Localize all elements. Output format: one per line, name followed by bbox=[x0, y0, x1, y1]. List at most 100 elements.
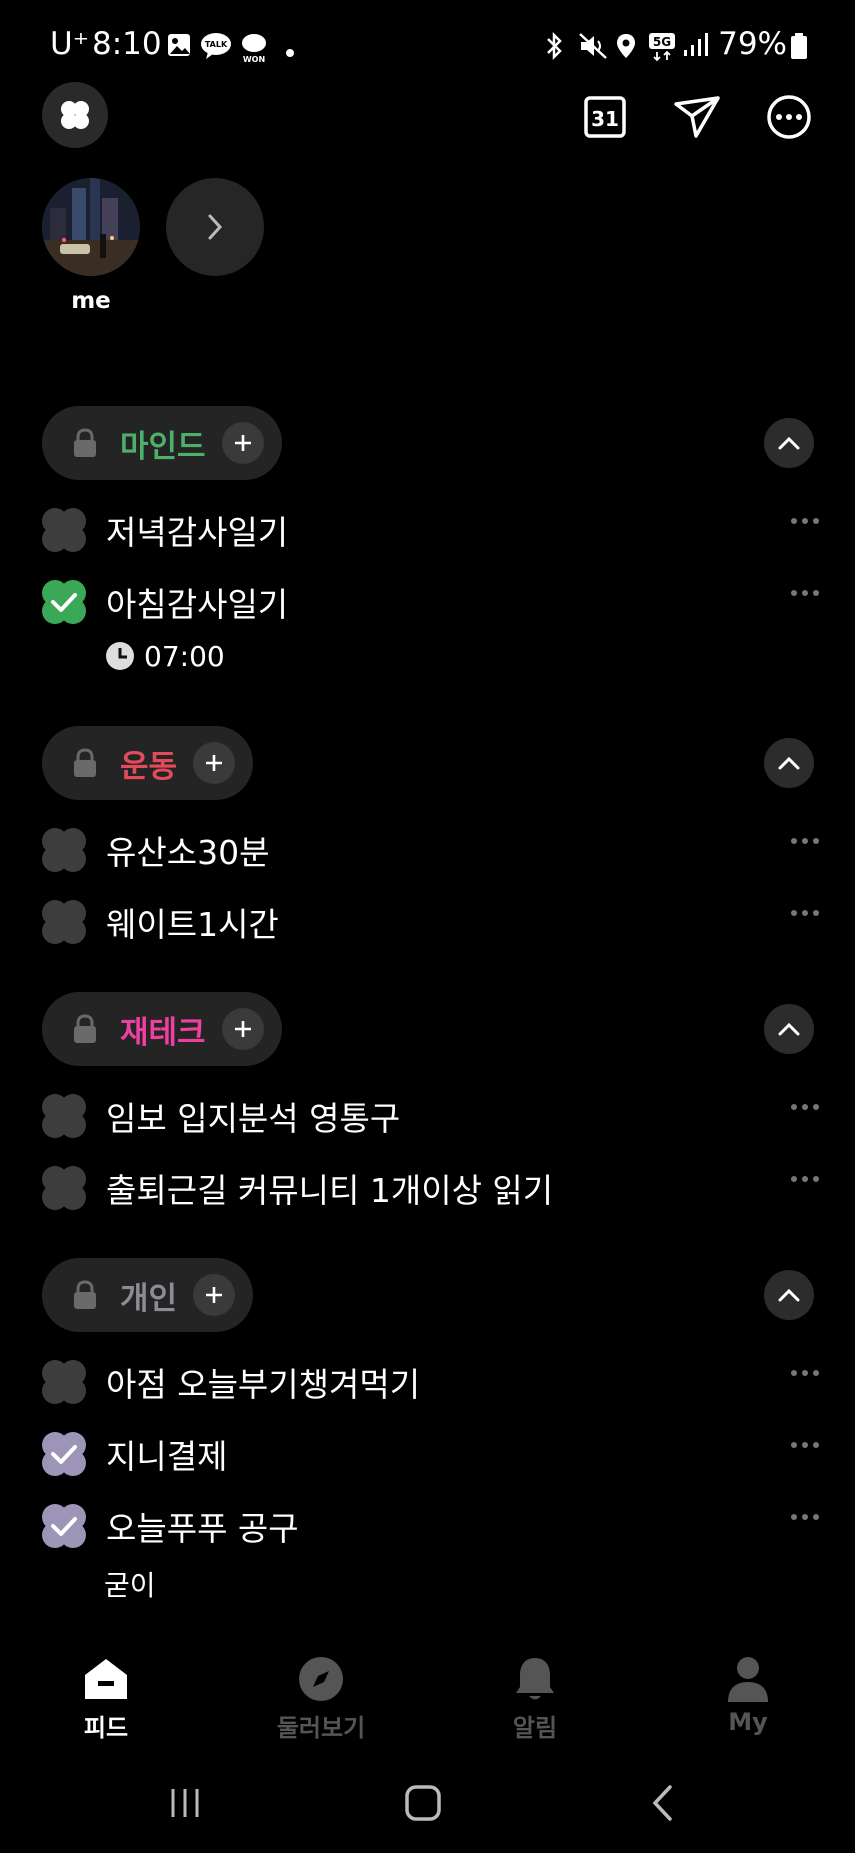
calendar-button[interactable]: 31 bbox=[580, 92, 630, 142]
bluetooth-icon bbox=[542, 31, 566, 64]
task-row[interactable]: 지니결제 bbox=[40, 1422, 820, 1482]
city-night-photo bbox=[42, 178, 140, 276]
nav-alerts[interactable]: 알림 bbox=[455, 1640, 615, 1743]
category-pill-exercise[interactable]: 운동 bbox=[42, 726, 254, 800]
task-label: 아침감사일기 bbox=[106, 585, 289, 624]
send-button[interactable] bbox=[672, 92, 722, 142]
svg-text:5G: 5G bbox=[653, 35, 671, 49]
add-task-button-personal[interactable] bbox=[193, 1274, 236, 1316]
nav-my[interactable]: My bbox=[668, 1640, 828, 1736]
nav-feed[interactable]: 피드 bbox=[26, 1640, 186, 1743]
chevron-right-icon bbox=[208, 214, 223, 240]
task-row[interactable]: 출퇴근길 커뮤니티 1개이상 읽기 bbox=[40, 1156, 820, 1216]
task-row[interactable]: 임보 입지분석 영통구 bbox=[40, 1084, 820, 1144]
task-row[interactable]: 유산소30분 bbox=[40, 818, 820, 878]
task-more-icon[interactable] bbox=[790, 1440, 820, 1450]
nav-label-my: My bbox=[728, 1708, 768, 1736]
home-icon bbox=[81, 1654, 131, 1704]
carrier-label: U⁺ bbox=[50, 26, 90, 62]
task-label: 저녁감사일기 bbox=[106, 513, 289, 552]
task-more-icon[interactable] bbox=[790, 1512, 820, 1522]
signal-icon bbox=[682, 32, 710, 62]
task-more-icon[interactable] bbox=[790, 1174, 820, 1184]
lock-icon bbox=[64, 422, 106, 464]
clover-checkbox-checked[interactable] bbox=[40, 1430, 88, 1478]
mute-icon bbox=[578, 32, 608, 64]
task-more-icon[interactable] bbox=[790, 516, 820, 526]
more-notifications-dot-icon bbox=[286, 42, 294, 61]
add-task-button-mind[interactable] bbox=[221, 422, 264, 464]
battery-icon bbox=[790, 32, 808, 64]
add-task-button-finance[interactable] bbox=[221, 1008, 264, 1050]
nav-explore[interactable]: 둘러보기 bbox=[241, 1640, 401, 1743]
add-task-button-exercise[interactable] bbox=[193, 742, 236, 784]
category-label-personal: 개인 bbox=[120, 1280, 178, 1317]
clock-icon bbox=[104, 640, 136, 672]
task-row[interactable]: 오늘푸푸 공구 bbox=[40, 1494, 820, 1554]
compass-icon bbox=[296, 1654, 346, 1704]
plus-icon bbox=[206, 755, 223, 771]
nav-label-explore: 둘러보기 bbox=[276, 1714, 366, 1742]
lock-icon bbox=[64, 742, 106, 784]
recent-apps-icon[interactable] bbox=[168, 1786, 202, 1820]
category-label-finance: 재테크 bbox=[120, 1014, 206, 1051]
task-label: 유산소30분 bbox=[106, 833, 270, 872]
clover-checkbox-checked[interactable] bbox=[40, 578, 88, 626]
clover-checkbox-checked[interactable] bbox=[40, 1502, 88, 1550]
collapse-button-personal[interactable] bbox=[764, 1270, 814, 1320]
chevron-up-icon bbox=[778, 1288, 800, 1302]
task-label: 웨이트1시간 bbox=[106, 905, 279, 944]
my-story-avatar[interactable] bbox=[42, 178, 140, 276]
task-row[interactable]: 웨이트1시간 bbox=[40, 890, 820, 950]
more-options-button[interactable] bbox=[764, 92, 814, 142]
won-notification-icon: WON bbox=[238, 32, 270, 68]
svg-text:WON: WON bbox=[243, 55, 265, 64]
clover-checkbox-unchecked[interactable] bbox=[40, 1164, 88, 1212]
clover-checkbox-unchecked[interactable] bbox=[40, 1358, 88, 1406]
collapse-button-exercise[interactable] bbox=[764, 738, 814, 788]
task-row[interactable]: 저녁감사일기 bbox=[40, 498, 820, 558]
clover-checkbox-unchecked[interactable] bbox=[40, 506, 88, 554]
task-more-icon[interactable] bbox=[790, 1102, 820, 1112]
category-pill-personal[interactable]: 개인 bbox=[42, 1258, 254, 1332]
chevron-up-icon bbox=[778, 756, 800, 770]
calendar-icon: 31 bbox=[584, 96, 626, 138]
status-bar: U⁺ 8:10 TALK WON 5G 79% bbox=[0, 0, 855, 92]
back-icon[interactable] bbox=[650, 1784, 676, 1822]
bell-icon bbox=[510, 1654, 560, 1704]
clock: 8:10 bbox=[92, 26, 162, 62]
gallery-notification-icon bbox=[166, 32, 192, 62]
task-label: 출퇴근길 커뮤니티 1개이상 읽기 bbox=[106, 1171, 554, 1210]
5g-icon: 5G bbox=[648, 32, 676, 66]
location-icon bbox=[614, 32, 638, 64]
bottom-nav: 피드 둘러보기 알림 My bbox=[0, 1640, 855, 1760]
task-more-icon[interactable] bbox=[790, 908, 820, 918]
task-reminder-time: 07:00 bbox=[144, 640, 225, 673]
my-story-label: me bbox=[71, 288, 111, 314]
home-nav-icon[interactable] bbox=[404, 1784, 442, 1822]
task-row[interactable]: 아침감사일기 bbox=[40, 570, 820, 630]
plus-icon bbox=[206, 1287, 223, 1303]
category-pill-mind[interactable]: 마인드 bbox=[42, 406, 282, 480]
calendar-day: 31 bbox=[591, 107, 619, 131]
task-more-icon[interactable] bbox=[790, 588, 820, 598]
collapse-button-finance[interactable] bbox=[764, 1004, 814, 1054]
lock-icon bbox=[64, 1274, 106, 1316]
task-row[interactable]: 아점 오늘부기챙겨먹기 bbox=[40, 1350, 820, 1410]
more-circle-icon bbox=[767, 95, 811, 139]
category-pill-finance[interactable]: 재테크 bbox=[42, 992, 282, 1066]
clover-checkbox-unchecked[interactable] bbox=[40, 898, 88, 946]
collapse-button-mind[interactable] bbox=[764, 418, 814, 468]
clover-checkbox-unchecked[interactable] bbox=[40, 826, 88, 874]
paper-plane-icon bbox=[674, 96, 720, 138]
app-logo-button[interactable] bbox=[42, 82, 108, 148]
clover-checkbox-unchecked[interactable] bbox=[40, 1092, 88, 1140]
kakaotalk-notification-icon: TALK bbox=[200, 32, 232, 64]
person-icon bbox=[723, 1654, 773, 1704]
task-label: 지니결제 bbox=[106, 1437, 228, 1476]
plus-icon bbox=[234, 1021, 251, 1037]
task-more-icon[interactable] bbox=[790, 836, 820, 846]
task-more-icon[interactable] bbox=[790, 1368, 820, 1378]
more-stories-button[interactable] bbox=[166, 178, 264, 276]
category-label-mind: 마인드 bbox=[120, 428, 206, 465]
